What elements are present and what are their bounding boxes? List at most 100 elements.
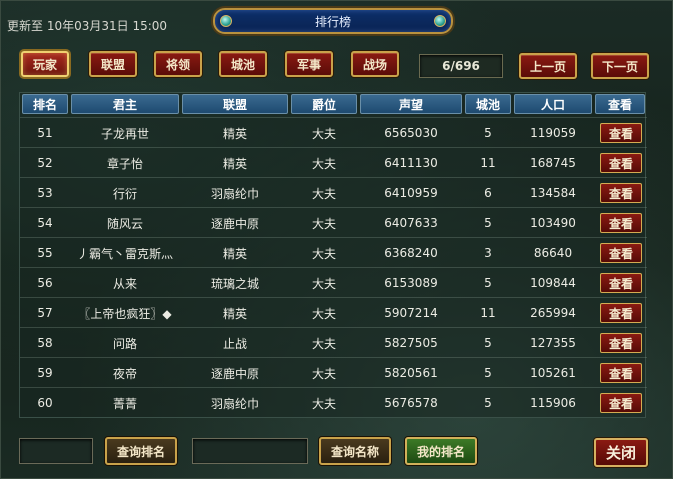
column-header-prestige: 声望: [360, 94, 462, 114]
view-button[interactable]: 查看: [600, 333, 642, 353]
cell-lord: 菁菁: [112, 396, 137, 411]
view-button[interactable]: 查看: [600, 153, 642, 173]
column-header-cities: 城池: [465, 94, 511, 114]
cell-alliance: 逐鹿中原: [210, 366, 259, 381]
column-header-view: 查看: [595, 94, 645, 114]
column-header-lord: 君主: [71, 94, 179, 114]
cell-title: 大夫: [311, 246, 336, 261]
column-header-rank: 排名: [22, 94, 68, 114]
table-row: 55 丿霸气丶雷克斯灬 精英 大夫 6368240 3 86640 查看: [20, 237, 647, 267]
table-row: 53 行衍 羽扇纶巾 大夫 6410959 6 134584 查看: [20, 177, 647, 207]
tab-city[interactable]: 城池: [219, 51, 267, 77]
cell-title: 大夫: [311, 366, 336, 381]
table-row: 57 〖上帝也疯狂〗◆ 精英 大夫 5907214 11 265994 查看: [20, 297, 647, 327]
prev-page-button[interactable]: 上一页: [519, 53, 577, 79]
tab-alliance[interactable]: 联盟: [89, 51, 137, 77]
cell-alliance: 逐鹿中原: [210, 216, 259, 231]
query-rank-button[interactable]: 查询排名: [105, 437, 177, 465]
cell-lord: 章子怡: [106, 156, 143, 171]
next-page-button[interactable]: 下一页: [591, 53, 649, 79]
cell-cities: 11: [480, 156, 496, 170]
cell-cities: 5: [484, 366, 492, 380]
cell-title: 大夫: [311, 276, 336, 291]
view-button[interactable]: 查看: [600, 213, 642, 233]
cell-title: 大夫: [311, 126, 336, 141]
tab-battlefield[interactable]: 战场: [351, 51, 399, 77]
cell-alliance: 羽扇纶巾: [210, 186, 259, 201]
cell-lord: 夜帝: [112, 366, 137, 381]
column-header-title: 爵位: [291, 94, 357, 114]
cell-cities: 6: [484, 186, 492, 200]
tab-general[interactable]: 将领: [154, 51, 202, 77]
cell-lord: 行衍: [112, 186, 137, 201]
view-button[interactable]: 查看: [600, 393, 642, 413]
view-button[interactable]: 查看: [600, 183, 642, 203]
cell-population: 115906: [530, 396, 576, 410]
cell-cities: 5: [484, 126, 492, 140]
table-row: 54 随风云 逐鹿中原 大夫 6407633 5 103490 查看: [20, 207, 647, 237]
name-search-input[interactable]: [192, 438, 308, 464]
cell-population: 127355: [530, 336, 576, 350]
cell-alliance: 止战: [222, 336, 247, 351]
window-title: 排行榜: [213, 8, 453, 34]
cell-rank: 52: [37, 156, 53, 170]
cell-rank: 59: [37, 366, 53, 380]
updated-timestamp: 更新至 10年03月31日 15:00: [7, 19, 168, 33]
cell-alliance: 精英: [222, 246, 247, 261]
window-title-label: 排行榜: [314, 14, 351, 29]
cell-title: 大夫: [311, 186, 336, 201]
my-rank-button[interactable]: 我的排名: [405, 437, 477, 465]
cell-alliance: 羽扇纶巾: [210, 396, 259, 411]
cell-lord: 从来: [112, 276, 137, 291]
cell-lord: 子龙再世: [100, 126, 149, 141]
ranking-table: 排名 君主 联盟 爵位 声望 城池 人口 查看 51 子龙再世 精英 大夫 656503…: [19, 92, 647, 418]
cell-rank: 56: [37, 276, 53, 290]
view-button[interactable]: 查看: [600, 273, 642, 293]
cell-prestige: 5827505: [384, 336, 438, 350]
view-button[interactable]: 查看: [600, 303, 642, 323]
cell-prestige: 6411130: [384, 156, 438, 170]
cell-prestige: 6407633: [384, 216, 438, 230]
cell-population: 105261: [530, 366, 576, 380]
table-row: 58 问路 止战 大夫 5827505 5 127355 查看: [20, 327, 647, 357]
cell-prestige: 5907214: [384, 306, 438, 320]
cell-cities: 5: [484, 336, 492, 350]
cell-title: 大夫: [311, 216, 336, 231]
gem-ornament-icon: [220, 15, 232, 27]
cell-population: 119059: [530, 126, 576, 140]
cell-title: 大夫: [311, 156, 336, 171]
view-button[interactable]: 查看: [600, 243, 642, 263]
cell-cities: 3: [484, 246, 492, 260]
cell-population: 134584: [530, 186, 576, 200]
cell-rank: 58: [37, 336, 53, 350]
view-button[interactable]: 查看: [600, 363, 642, 383]
query-name-button[interactable]: 查询名称: [319, 437, 391, 465]
cell-alliance: 琉璃之城: [210, 276, 259, 291]
tab-player[interactable]: 玩家: [21, 51, 69, 77]
gem-ornament-icon: [434, 15, 446, 27]
cell-prestige: 5820561: [384, 366, 438, 380]
cell-cities: 5: [484, 276, 492, 290]
cell-title: 大夫: [311, 336, 336, 351]
cell-prestige: 5676578: [384, 396, 438, 410]
rank-search-input[interactable]: [19, 438, 93, 464]
page-indicator: 6/696: [419, 54, 503, 78]
table-row: 59 夜帝 逐鹿中原 大夫 5820561 5 105261 查看: [20, 357, 647, 387]
column-header-alliance: 联盟: [182, 94, 288, 114]
cell-population: 168745: [530, 156, 576, 170]
cell-title: 大夫: [311, 306, 336, 321]
table-row: 60 菁菁 羽扇纶巾 大夫 5676578 5 115906 查看: [20, 387, 647, 417]
cell-lord: 随风云: [106, 216, 143, 231]
leaderboard-window: 更新至 10年03月31日 15:00 排行榜 玩家 联盟 将领 城池 军事 战…: [0, 0, 673, 479]
close-button[interactable]: 关闭: [594, 438, 648, 467]
cell-prestige: 6368240: [384, 246, 438, 260]
cell-prestige: 6565030: [384, 126, 438, 140]
cell-title: 大夫: [311, 396, 336, 411]
tab-military[interactable]: 军事: [285, 51, 333, 77]
view-button[interactable]: 查看: [600, 123, 642, 143]
cell-lord: 丿霸气丶雷克斯灬: [76, 246, 173, 261]
cell-population: 103490: [530, 216, 576, 230]
cell-rank: 60: [37, 396, 53, 410]
cell-prestige: 6410959: [384, 186, 438, 200]
cell-rank: 54: [37, 216, 53, 230]
